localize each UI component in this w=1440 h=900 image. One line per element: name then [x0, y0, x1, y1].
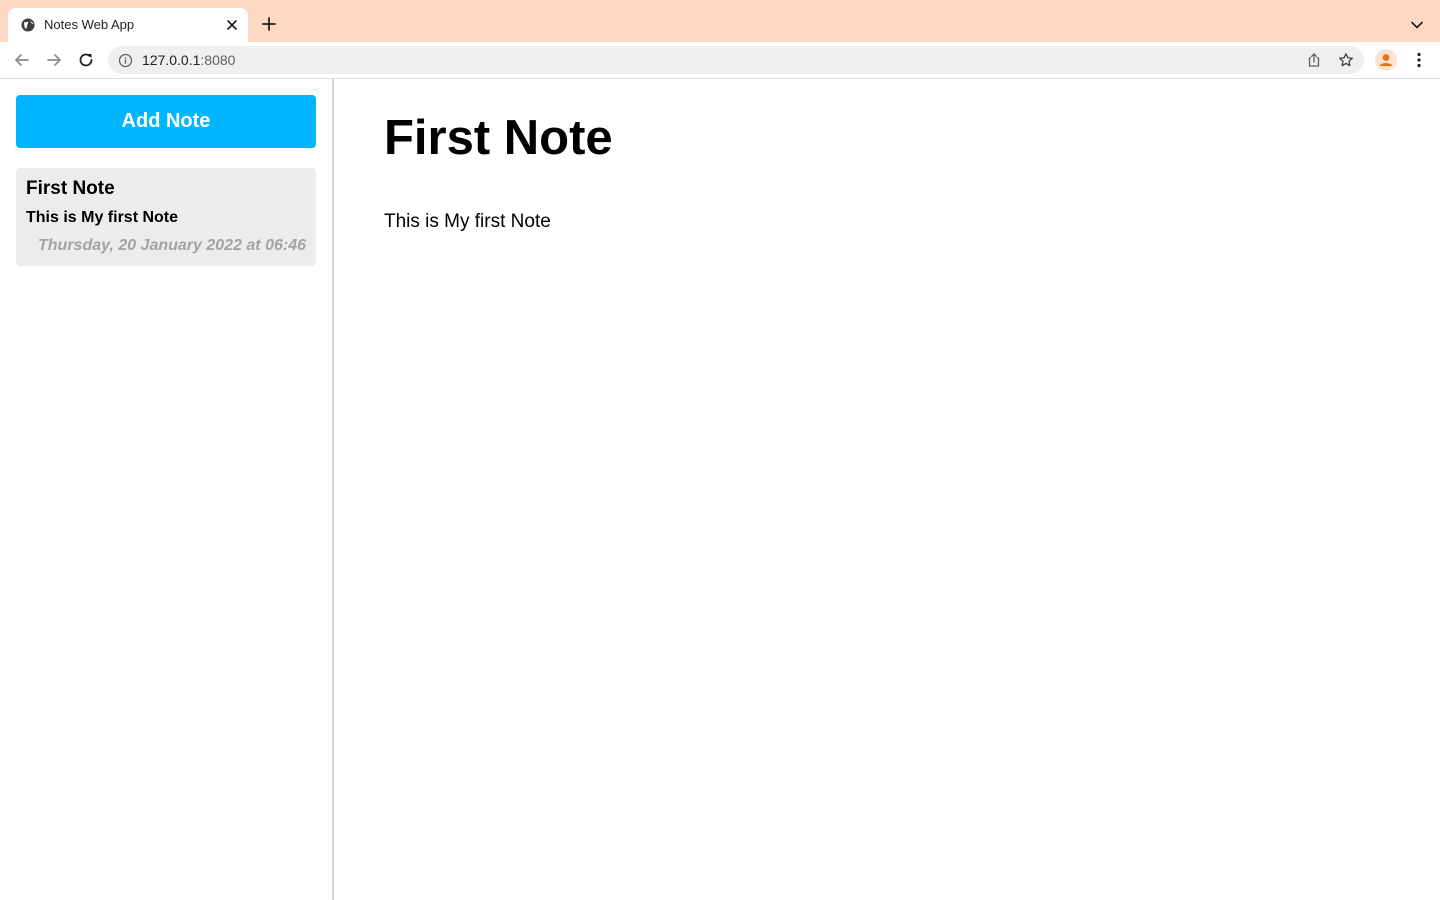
- info-icon[interactable]: [118, 53, 133, 68]
- back-arrow-icon[interactable]: [13, 51, 31, 69]
- add-note-button[interactable]: Add Note: [16, 95, 316, 148]
- note-list-item[interactable]: First Note This is My first Note Thursda…: [16, 168, 316, 266]
- note-title: First Note: [384, 111, 613, 165]
- globe-icon: [21, 18, 35, 32]
- note-view: First Note This is My first Note: [334, 79, 1440, 900]
- note-body: This is My first Note: [384, 211, 551, 232]
- person-icon: [1379, 54, 1393, 66]
- profile-avatar[interactable]: [1375, 49, 1397, 71]
- note-item-preview: This is My first Note: [26, 209, 179, 226]
- reload-icon[interactable]: [77, 51, 95, 69]
- address-host: 127.0.0.1: [142, 52, 201, 68]
- plus-icon[interactable]: [261, 16, 277, 32]
- close-icon[interactable]: [225, 18, 239, 32]
- more-vertical-icon[interactable]: [1410, 51, 1428, 69]
- address-url[interactable]: 127.0.0.1:8080: [142, 52, 235, 68]
- note-item-title: First Note: [26, 178, 115, 199]
- forward-arrow-icon[interactable]: [45, 51, 63, 69]
- star-icon[interactable]: [1338, 52, 1354, 68]
- address-port: :8080: [200, 52, 236, 68]
- chevron-down-icon[interactable]: [1410, 18, 1424, 32]
- notes-sidebar: Add Note First Note This is My first Not…: [0, 79, 334, 900]
- tab-title: Notes Web App: [44, 17, 135, 32]
- browser-toolbar: 127.0.0.1:8080: [0, 42, 1440, 79]
- note-item-date: Thursday, 20 January 2022 at 06:46: [38, 237, 306, 254]
- share-icon[interactable]: [1306, 52, 1322, 68]
- address-bar[interactable]: 127.0.0.1:8080: [108, 46, 1364, 74]
- browser-tabstrip: Notes Web App: [0, 0, 1440, 42]
- browser-tab[interactable]: Notes Web App: [8, 8, 248, 42]
